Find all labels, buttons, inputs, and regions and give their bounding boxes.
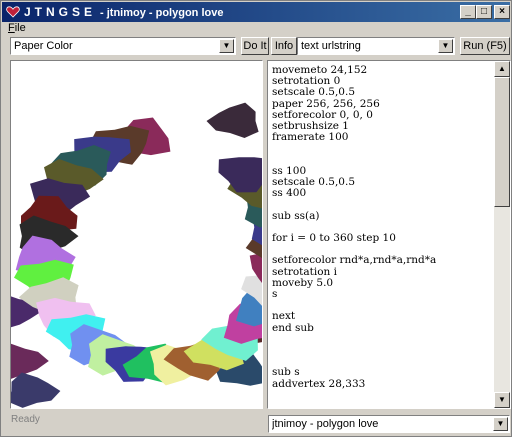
paper-color-select[interactable]: Paper Color ▼	[10, 37, 236, 55]
polygon-blob	[206, 102, 259, 138]
menu-file-label: ile	[14, 22, 26, 34]
paper-color-value: Paper Color	[14, 40, 73, 52]
sketch-select[interactable]: jtnimoy - polygon love ▼	[268, 415, 510, 433]
close-button[interactable]: ×	[494, 5, 510, 19]
polygon-blob	[11, 372, 61, 408]
polygon-blob	[11, 343, 49, 379]
chevron-down-icon[interactable]: ▼	[493, 417, 508, 431]
code-text[interactable]: movemeto 24,152 setrotation 0 setscale 0…	[272, 64, 492, 390]
heart-icon	[6, 6, 20, 18]
window-subtitle: - jtnimoy - polygon love	[100, 7, 224, 19]
run-button[interactable]: Run (F5)	[460, 37, 510, 55]
app-name: JTNGSE	[24, 5, 97, 19]
do-it-button[interactable]: Do It	[241, 37, 269, 55]
scroll-down-icon[interactable]: ▼	[494, 392, 510, 408]
status-text: Ready	[11, 414, 40, 425]
drawing-canvas[interactable]	[10, 60, 263, 409]
minimize-button[interactable]: _	[460, 5, 476, 19]
menu-file-mnemonic: F	[8, 22, 15, 34]
sketch-select-value: jtnimoy - polygon love	[272, 418, 379, 430]
polygon-artwork	[11, 102, 262, 408]
window-title: JTNGSE - jtnimoy - polygon love	[24, 5, 223, 19]
title-bar[interactable]: JTNGSE - jtnimoy - polygon love _ □ ×	[2, 2, 510, 22]
chevron-down-icon[interactable]: ▼	[438, 39, 453, 53]
chevron-down-icon[interactable]: ▼	[219, 39, 234, 53]
maximize-button[interactable]: □	[476, 5, 492, 19]
scroll-thumb[interactable]	[494, 77, 510, 207]
menu-bar: File	[2, 22, 510, 36]
vertical-scrollbar[interactable]: ▲ ▼	[494, 61, 510, 408]
polygon-blob	[218, 157, 262, 193]
text-url-value: text urlstring	[301, 40, 361, 52]
menu-file[interactable]: File	[8, 22, 26, 34]
scroll-up-icon[interactable]: ▲	[494, 61, 510, 77]
app-window: JTNGSE - jtnimoy - polygon love _ □ × Fil…	[0, 0, 512, 437]
info-button[interactable]: Info	[271, 37, 297, 55]
text-url-select[interactable]: text urlstring ▼	[297, 37, 455, 55]
code-editor[interactable]: movemeto 24,152 setrotation 0 setscale 0…	[267, 60, 511, 409]
